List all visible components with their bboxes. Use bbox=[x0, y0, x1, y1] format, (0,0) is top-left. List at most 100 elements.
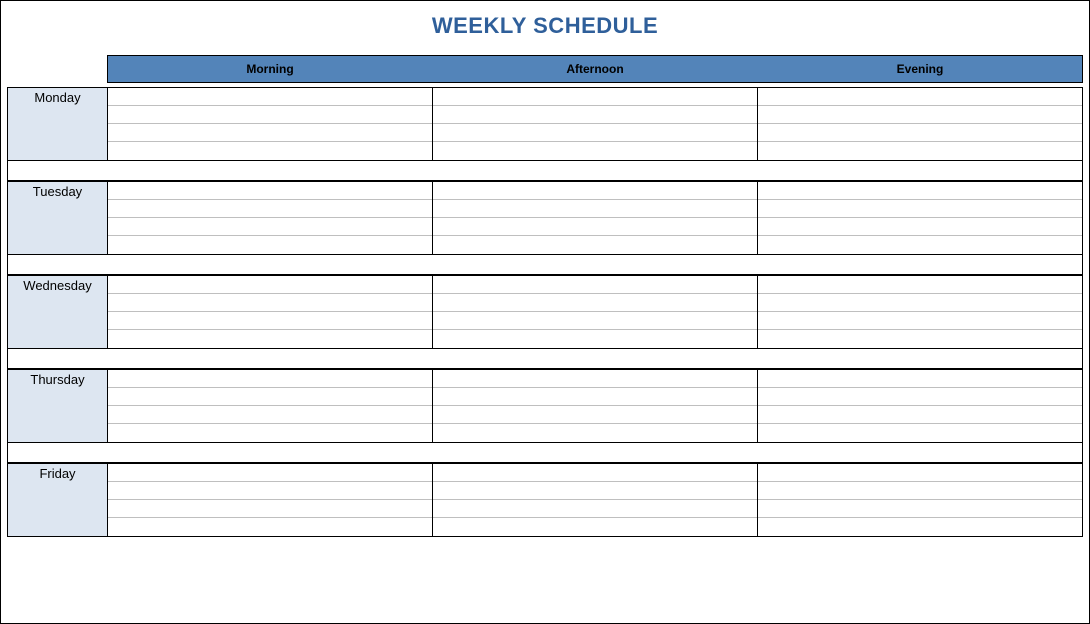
day-col-morning bbox=[108, 88, 433, 160]
day-block-friday: Friday bbox=[7, 463, 1083, 537]
day-grid bbox=[108, 182, 1082, 254]
schedule-cell[interactable] bbox=[758, 330, 1082, 348]
schedule-cell[interactable] bbox=[108, 312, 432, 330]
day-col-afternoon bbox=[433, 182, 758, 254]
day-label-wednesday: Wednesday bbox=[8, 276, 108, 348]
schedule-cell[interactable] bbox=[108, 106, 432, 124]
day-gap bbox=[7, 255, 1083, 275]
schedule-cell[interactable] bbox=[758, 370, 1082, 388]
day-col-afternoon bbox=[433, 464, 758, 536]
schedule-cell[interactable] bbox=[108, 276, 432, 294]
schedule-cell[interactable] bbox=[433, 236, 757, 254]
schedule-cell[interactable] bbox=[758, 88, 1082, 106]
day-label-monday: Monday bbox=[8, 88, 108, 160]
schedule-cell[interactable] bbox=[758, 294, 1082, 312]
day-col-morning bbox=[108, 370, 433, 442]
day-col-afternoon bbox=[433, 276, 758, 348]
schedule-cell[interactable] bbox=[108, 218, 432, 236]
schedule-cell[interactable] bbox=[433, 124, 757, 142]
schedule-cell[interactable] bbox=[758, 218, 1082, 236]
schedule-cell[interactable] bbox=[108, 200, 432, 218]
schedule-cell[interactable] bbox=[758, 482, 1082, 500]
schedule-cell[interactable] bbox=[758, 106, 1082, 124]
day-block-wednesday: Wednesday bbox=[7, 275, 1083, 349]
schedule-cell[interactable] bbox=[108, 294, 432, 312]
schedule-cell[interactable] bbox=[108, 406, 432, 424]
schedule-cell[interactable] bbox=[758, 182, 1082, 200]
schedule-cell[interactable] bbox=[108, 330, 432, 348]
day-block-thursday: Thursday bbox=[7, 369, 1083, 443]
schedule-cell[interactable] bbox=[758, 388, 1082, 406]
schedule-cell[interactable] bbox=[758, 142, 1082, 160]
schedule-cell[interactable] bbox=[108, 518, 432, 536]
day-col-morning bbox=[108, 182, 433, 254]
day-col-morning bbox=[108, 276, 433, 348]
schedule-cell[interactable] bbox=[758, 464, 1082, 482]
schedule-cell[interactable] bbox=[433, 106, 757, 124]
schedule-cell[interactable] bbox=[433, 294, 757, 312]
day-gap bbox=[7, 443, 1083, 463]
schedule-cell[interactable] bbox=[433, 200, 757, 218]
schedule-cell[interactable] bbox=[433, 370, 757, 388]
header-row: Morning Afternoon Evening bbox=[7, 55, 1083, 83]
day-grid bbox=[108, 276, 1082, 348]
day-col-afternoon bbox=[433, 370, 758, 442]
schedule-cell[interactable] bbox=[433, 330, 757, 348]
day-col-evening bbox=[758, 370, 1082, 442]
schedule-cell[interactable] bbox=[108, 500, 432, 518]
schedule-cell[interactable] bbox=[108, 182, 432, 200]
header-cells: Morning Afternoon Evening bbox=[107, 55, 1083, 83]
schedule-cell[interactable] bbox=[108, 124, 432, 142]
day-grid bbox=[108, 88, 1082, 160]
schedule-cell[interactable] bbox=[433, 464, 757, 482]
schedule-cell[interactable] bbox=[433, 406, 757, 424]
day-gap bbox=[7, 349, 1083, 369]
schedule-cell[interactable] bbox=[108, 236, 432, 254]
page-title: WEEKLY SCHEDULE bbox=[1, 1, 1089, 55]
schedule-cell[interactable] bbox=[433, 218, 757, 236]
schedule-cell[interactable] bbox=[108, 142, 432, 160]
day-block-monday: Monday bbox=[7, 87, 1083, 161]
header-afternoon: Afternoon bbox=[433, 56, 758, 82]
schedule-cell[interactable] bbox=[758, 518, 1082, 536]
schedule-cell[interactable] bbox=[758, 312, 1082, 330]
schedule-cell[interactable] bbox=[108, 424, 432, 442]
schedule-cell[interactable] bbox=[758, 276, 1082, 294]
day-col-morning bbox=[108, 464, 433, 536]
schedule-cell[interactable] bbox=[758, 200, 1082, 218]
day-col-evening bbox=[758, 88, 1082, 160]
day-col-afternoon bbox=[433, 88, 758, 160]
schedule-cell[interactable] bbox=[433, 482, 757, 500]
schedule-cell[interactable] bbox=[758, 500, 1082, 518]
day-grid bbox=[108, 464, 1082, 536]
schedule-cell[interactable] bbox=[108, 88, 432, 106]
schedule-cell[interactable] bbox=[758, 124, 1082, 142]
schedule-cell[interactable] bbox=[108, 464, 432, 482]
day-label-thursday: Thursday bbox=[8, 370, 108, 442]
schedule-cell[interactable] bbox=[433, 518, 757, 536]
schedule-cell[interactable] bbox=[433, 388, 757, 406]
header-morning: Morning bbox=[108, 56, 433, 82]
schedule-cell[interactable] bbox=[108, 388, 432, 406]
schedule-cell[interactable] bbox=[433, 142, 757, 160]
day-col-evening bbox=[758, 182, 1082, 254]
schedule-cell[interactable] bbox=[108, 370, 432, 388]
schedule-cell[interactable] bbox=[758, 236, 1082, 254]
day-col-evening bbox=[758, 276, 1082, 348]
schedule-cell[interactable] bbox=[433, 424, 757, 442]
day-col-evening bbox=[758, 464, 1082, 536]
day-block-tuesday: Tuesday bbox=[7, 181, 1083, 255]
schedule-cell[interactable] bbox=[433, 276, 757, 294]
schedule-cell[interactable] bbox=[758, 424, 1082, 442]
day-label-friday: Friday bbox=[8, 464, 108, 536]
schedule-cell[interactable] bbox=[433, 500, 757, 518]
schedule-cell[interactable] bbox=[433, 312, 757, 330]
schedule-cell[interactable] bbox=[433, 182, 757, 200]
schedule-cell[interactable] bbox=[108, 482, 432, 500]
schedule-page: WEEKLY SCHEDULE Morning Afternoon Evenin… bbox=[0, 0, 1090, 624]
schedule-cell[interactable] bbox=[433, 88, 757, 106]
day-gap bbox=[7, 161, 1083, 181]
header-evening: Evening bbox=[758, 56, 1082, 82]
schedule-cell[interactable] bbox=[758, 406, 1082, 424]
header-spacer bbox=[7, 55, 107, 83]
